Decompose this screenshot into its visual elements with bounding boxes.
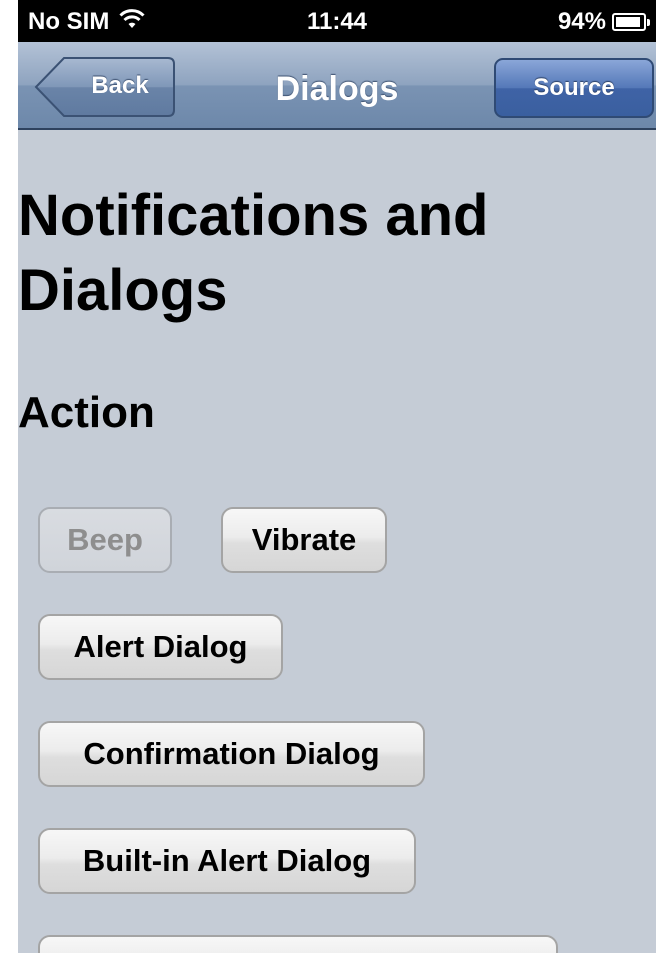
vibrate-button[interactable]: Vibrate bbox=[221, 507, 387, 573]
confirmation-dialog-button[interactable]: Confirmation Dialog bbox=[38, 721, 425, 787]
section-heading-action: Action bbox=[18, 388, 155, 437]
page-title: Notifications and Dialogs bbox=[18, 183, 489, 323]
battery-indicator: 94% bbox=[557, 8, 650, 36]
builtin-alert-dialog-button[interactable]: Built-in Alert Dialog bbox=[38, 828, 416, 894]
battery-percent: 94% bbox=[557, 8, 606, 35]
partially-visible-button[interactable] bbox=[38, 935, 558, 953]
source-button[interactable]: Source bbox=[494, 58, 654, 118]
status-bar: No SIM 11:44 94% bbox=[18, 0, 656, 42]
beep-button[interactable]: Beep bbox=[38, 507, 172, 573]
app-screen: No SIM 11:44 94% Back Dialogs Source Not… bbox=[18, 0, 656, 953]
battery-fill bbox=[616, 17, 641, 27]
alert-dialog-button[interactable]: Alert Dialog bbox=[38, 614, 283, 680]
navigation-bar: Back Dialogs Source bbox=[18, 42, 656, 130]
battery-icon bbox=[612, 13, 650, 31]
